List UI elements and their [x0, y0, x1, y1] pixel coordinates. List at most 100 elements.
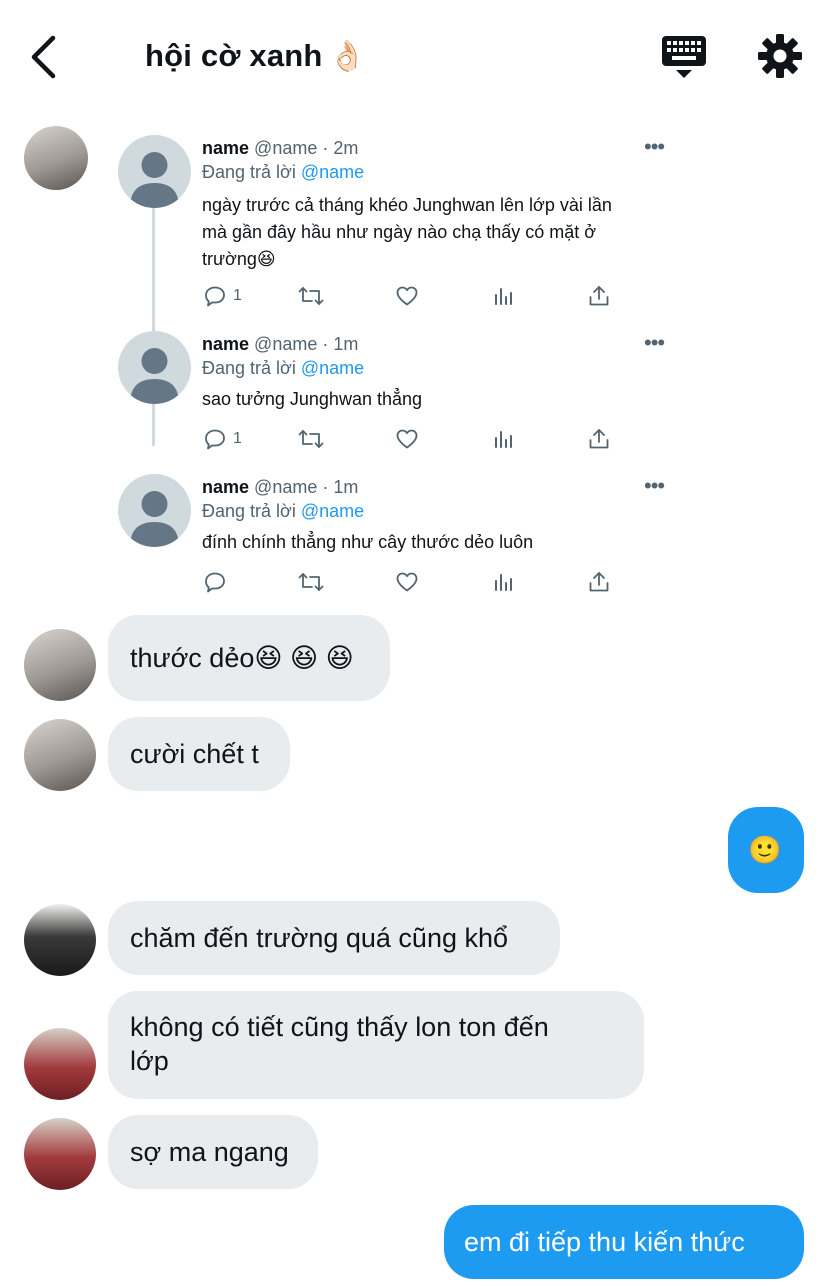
keyboard-icon — [662, 36, 706, 78]
more-options-button[interactable]: ••• — [644, 134, 665, 160]
views-button[interactable] — [491, 427, 515, 451]
tweet-text: đính chính thẳng như cây thước dẻo luôn — [202, 529, 672, 556]
retweet-button[interactable] — [298, 570, 324, 594]
ok-hand-emoji: 👌🏻 — [328, 40, 367, 73]
message-text-line: không có tiết cũng thấy lon ton đến — [130, 1012, 549, 1042]
tweet-text-line: sao tưởng Junghwan thẳng — [202, 389, 423, 409]
message-bubble-outgoing[interactable]: em đi tiếp thu kiến thức — [444, 1205, 804, 1279]
replying-label: Đang trả lời — [202, 501, 296, 521]
like-button[interactable] — [395, 427, 419, 451]
avatar[interactable] — [24, 629, 96, 701]
tweet-text: ngày trước cả tháng khéo Junghwan lên lớ… — [202, 192, 672, 273]
author-handle: @name — [254, 138, 318, 158]
person-silhouette-icon — [130, 491, 179, 547]
chevron-left-icon — [31, 35, 56, 79]
title-text: hội cờ xanh — [145, 38, 323, 73]
tweet-header: name @name · 1m — [202, 334, 359, 354]
tweet-header: name @name · 1m — [202, 477, 359, 497]
share-icon — [589, 286, 609, 306]
avatar[interactable] — [24, 1028, 96, 1100]
replying-to: Đang trả lời @name — [202, 358, 364, 379]
reply-count: 1 — [233, 287, 242, 304]
analytics-icon — [495, 574, 512, 591]
thread-line — [152, 208, 155, 446]
tweet-time: 1m — [333, 334, 359, 354]
reply-button[interactable]: 1 — [203, 284, 242, 308]
reply-icon — [205, 429, 225, 450]
author-name[interactable]: name — [202, 138, 249, 158]
author-name[interactable]: name — [202, 477, 249, 497]
gear-icon — [758, 34, 802, 78]
keyboard-button[interactable] — [660, 34, 708, 80]
message-bubble[interactable]: thước dẻo😆 😆 😆 — [108, 615, 390, 701]
like-button[interactable] — [395, 570, 419, 594]
tweet-text-line: ngày trước cả tháng khéo Junghwan lên lớ… — [202, 195, 612, 215]
message-text: sợ ma ngang — [130, 1137, 289, 1167]
message-text: 🙂 — [748, 835, 782, 865]
tweet-time: 2m — [333, 138, 359, 158]
more-options-button[interactable]: ••• — [644, 330, 665, 356]
replying-to: Đang trả lời @name — [202, 162, 364, 183]
person-silhouette-icon — [130, 348, 179, 404]
message-bubble-outgoing[interactable]: 🙂 — [728, 807, 804, 893]
views-button[interactable] — [491, 284, 515, 308]
retweet-button[interactable] — [298, 427, 324, 451]
person-silhouette-icon — [130, 152, 179, 208]
message-bubble[interactable]: sợ ma ngang — [108, 1115, 318, 1189]
author-name[interactable]: name — [202, 334, 249, 354]
replying-to: Đang trả lời @name — [202, 501, 364, 522]
mention-link[interactable]: @name — [301, 162, 364, 182]
default-avatar — [118, 135, 191, 208]
analytics-icon — [495, 431, 512, 448]
default-avatar — [118, 331, 191, 404]
tweet-header: name @name · 2m — [202, 138, 359, 158]
share-button[interactable] — [587, 284, 611, 308]
replying-label: Đang trả lời — [202, 358, 296, 378]
message-text: cười chết t — [130, 739, 259, 769]
heart-icon — [396, 429, 418, 449]
share-button[interactable] — [587, 427, 611, 451]
author-handle: @name — [254, 477, 318, 497]
reply-count: 1 — [233, 430, 242, 447]
message-text: chăm đến trường quá cũng khổ — [130, 923, 509, 953]
retweet-icon — [298, 573, 324, 591]
message-text-line: lớp — [130, 1046, 169, 1076]
author-handle: @name — [254, 334, 318, 354]
message-bubble[interactable]: chăm đến trường quá cũng khổ — [108, 901, 560, 975]
more-options-button[interactable]: ••• — [644, 473, 665, 499]
tweet-time: 1m — [333, 477, 359, 497]
tweet-text-line: đính chính thẳng như cây thước dẻo luôn — [202, 532, 534, 552]
shared-tweet-thread[interactable]: name @name · 2m ••• Đang trả lời @name n… — [110, 120, 710, 600]
default-avatar — [118, 474, 191, 547]
settings-button[interactable] — [756, 32, 804, 80]
back-button[interactable] — [22, 30, 66, 82]
message-text: thước dẻo😆 😆 😆 — [130, 643, 354, 673]
reply-button[interactable] — [203, 570, 233, 594]
avatar[interactable] — [24, 1118, 96, 1190]
replying-label: Đang trả lời — [202, 162, 296, 182]
mention-link[interactable]: @name — [301, 501, 364, 521]
tweet-text-line: mà gần đây hầu như ngày nào chạ thấy có … — [202, 222, 597, 242]
avatar[interactable] — [24, 126, 88, 190]
avatar[interactable] — [24, 904, 96, 976]
message-bubble[interactable]: cười chết t — [108, 717, 290, 791]
analytics-icon — [495, 288, 512, 305]
conversation-title: hội cờ xanh 👌🏻 — [145, 38, 366, 74]
heart-icon — [396, 572, 418, 592]
views-button[interactable] — [491, 570, 515, 594]
message-text: em đi tiếp thu kiến thức — [464, 1227, 745, 1257]
retweet-button[interactable] — [298, 284, 324, 308]
avatar[interactable] — [24, 719, 96, 791]
reply-icon — [205, 572, 225, 593]
mention-link[interactable]: @name — [301, 358, 364, 378]
retweet-icon — [298, 430, 324, 448]
share-icon — [589, 572, 609, 592]
reply-icon — [205, 286, 225, 307]
tweet-text-line: trường😆 — [202, 249, 276, 269]
reply-button[interactable]: 1 — [203, 427, 242, 451]
retweet-icon — [298, 287, 324, 305]
share-icon — [589, 429, 609, 449]
message-bubble[interactable]: không có tiết cũng thấy lon ton đến lớp — [108, 991, 644, 1099]
share-button[interactable] — [587, 570, 611, 594]
like-button[interactable] — [395, 284, 419, 308]
